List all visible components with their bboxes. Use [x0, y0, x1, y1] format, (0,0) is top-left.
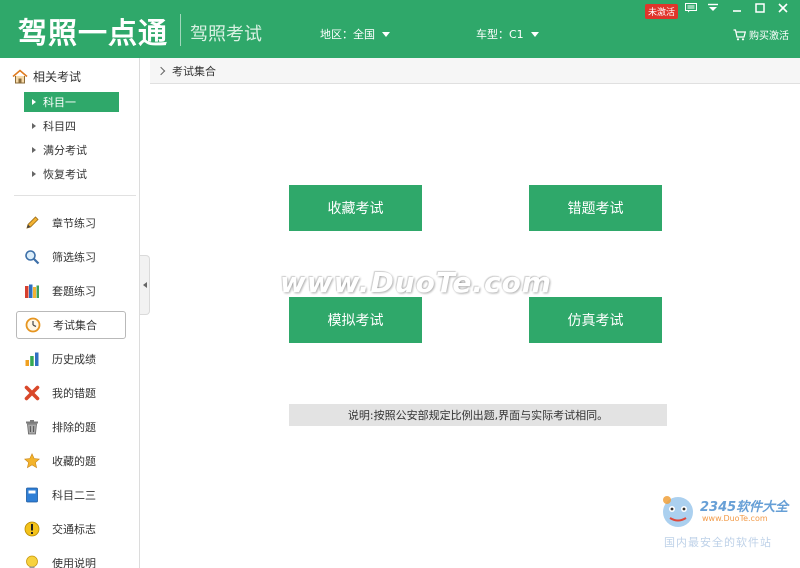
nav-chapter-practice[interactable]: 章节练习 — [16, 209, 126, 237]
subject-item-restore[interactable]: 恢复考试 — [24, 164, 119, 184]
nav-label: 排除的题 — [52, 421, 96, 434]
pencil-icon — [24, 215, 40, 231]
app-subtitle: 驾照考试 — [190, 24, 262, 45]
nav-label: 我的错题 — [52, 387, 96, 400]
nav-label: 收藏的题 — [52, 455, 96, 468]
not-activated-badge[interactable]: 未激活 — [645, 4, 679, 19]
minimize-icon[interactable] — [728, 2, 746, 18]
exam-description: 说明:按照公安部规定比例出题,界面与实际考试相同。 — [289, 404, 667, 426]
car-type-select[interactable]: 车型：C1 — [476, 26, 539, 42]
bar-chart-icon — [24, 351, 40, 367]
favorites-exam-button[interactable]: 收藏考试 — [289, 185, 422, 231]
nav-label: 科目二三 — [52, 489, 96, 502]
nav-label: 使用说明 — [52, 557, 96, 568]
related-exams-header[interactable]: 相关考试 — [12, 68, 81, 85]
sidebar-collapse-handle[interactable] — [140, 255, 150, 315]
caret-left-icon — [142, 282, 147, 288]
subject-label: 科目一 — [43, 96, 76, 109]
subject-item-1[interactable]: 科目一 — [24, 92, 119, 112]
corner-footer: 国内最安全的软件站 — [664, 536, 772, 549]
magnifier-icon — [24, 249, 40, 265]
mistakes-exam-button[interactable]: 错题考试 — [529, 185, 662, 231]
nav-subject-two-three[interactable]: 科目二三 — [16, 481, 126, 509]
nav-label: 交通标志 — [52, 523, 96, 536]
region-select[interactable]: 地区：全国 — [320, 26, 390, 42]
breadcrumb: 考试集合 — [150, 58, 800, 84]
mascot-logo — [663, 496, 693, 527]
nav-excluded-questions[interactable]: 排除的题 — [16, 413, 126, 441]
car-type-label: 车型：C1 — [476, 28, 524, 41]
buy-activate-label: 购买激活 — [749, 31, 789, 42]
close-icon[interactable] — [774, 2, 792, 18]
nav-traffic-signs[interactable]: 交通标志 — [16, 515, 126, 543]
caret-right-icon — [32, 147, 36, 153]
caret-right-icon — [32, 123, 36, 129]
nav-exam-collection[interactable]: 考试集合 — [16, 311, 126, 339]
corner-watermark: 2345软件大全 www.DuoTe.com 国内最安全的软件站 — [658, 490, 798, 560]
maximize-icon[interactable] — [751, 2, 769, 18]
cart-icon — [733, 28, 746, 40]
region-label: 地区：全国 — [320, 28, 375, 41]
nav-user-guide[interactable]: 使用说明 — [16, 549, 126, 568]
sidebar: 相关考试 科目一 科目四 满分考试 恢复考试 章节练习 筛选练习 套题练习 考试… — [0, 58, 140, 568]
chevron-down-icon — [382, 31, 390, 37]
subject-label: 科目四 — [43, 120, 76, 133]
nav-label: 章节练习 — [52, 217, 96, 230]
watermark-text: www.DuoTe.com — [280, 266, 552, 299]
buy-activate-button[interactable]: 购买激活 — [733, 27, 789, 42]
related-exams-label: 相关考试 — [33, 70, 82, 84]
nav-label: 套题练习 — [52, 285, 96, 298]
subject-item-full-score[interactable]: 满分考试 — [24, 140, 119, 160]
nav-label: 考试集合 — [53, 319, 97, 332]
trash-icon — [24, 419, 40, 435]
nav-label: 历史成绩 — [52, 353, 96, 366]
caret-right-icon — [32, 99, 36, 105]
mock-exam-button[interactable]: 模拟考试 — [289, 297, 422, 343]
chevron-down-icon — [530, 31, 539, 37]
nav-my-mistakes[interactable]: 我的错题 — [16, 379, 126, 407]
red-x-icon — [24, 385, 40, 401]
menu-icon[interactable] — [704, 2, 722, 18]
nav-filter-practice[interactable]: 筛选练习 — [16, 243, 126, 271]
nav-label: 筛选练习 — [52, 251, 96, 264]
nav-favorite-questions[interactable]: 收藏的题 — [16, 447, 126, 475]
clock-icon — [25, 317, 41, 333]
subject-label: 满分考试 — [43, 144, 87, 157]
feedback-icon[interactable] — [682, 2, 700, 18]
title-bar: 驾照一点通 驾照考试 地区：全国 车型：C1 未激活 购买激活 — [0, 0, 800, 58]
chevron-right-icon — [156, 66, 166, 75]
app-logo: 驾照一点通 — [18, 16, 169, 50]
nav-history-scores[interactable]: 历史成绩 — [16, 345, 126, 373]
warning-icon — [24, 521, 40, 537]
books-icon — [24, 283, 40, 299]
home-icon — [12, 69, 28, 84]
breadcrumb-label: 考试集合 — [172, 64, 216, 78]
corner-brand: 2345软件大全 — [700, 500, 789, 515]
notebook-icon — [24, 487, 40, 503]
caret-right-icon — [32, 171, 36, 177]
subject-label: 恢复考试 — [43, 168, 87, 181]
subject-item-4[interactable]: 科目四 — [24, 116, 119, 136]
simulation-exam-button[interactable]: 仿真考试 — [529, 297, 662, 343]
bulb-icon — [24, 555, 40, 568]
header-divider — [180, 14, 181, 46]
corner-url: www.DuoTe.com — [702, 514, 768, 523]
sidebar-divider — [14, 195, 136, 196]
nav-set-practice[interactable]: 套题练习 — [16, 277, 126, 305]
star-icon — [24, 453, 40, 469]
